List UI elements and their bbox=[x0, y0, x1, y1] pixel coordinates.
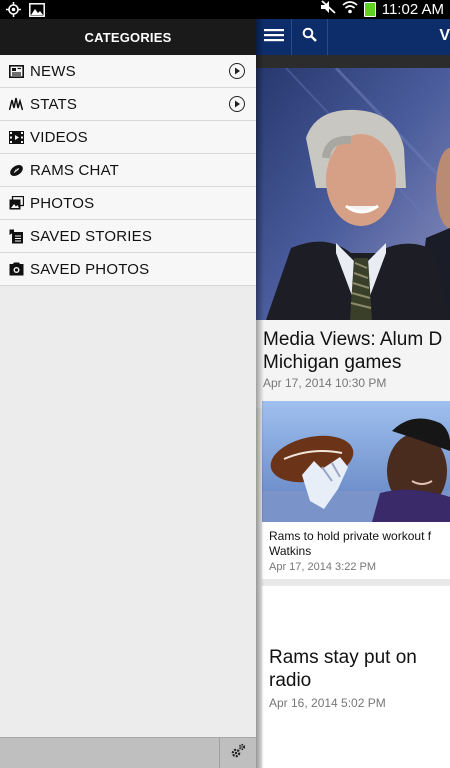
drawer-title: CATEGORIES bbox=[0, 19, 256, 55]
battery-icon bbox=[363, 2, 376, 17]
brand-title-partial: V bbox=[439, 27, 450, 44]
category-item-saved-photos[interactable]: SAVED PHOTOS bbox=[0, 253, 256, 286]
category-item-stats[interactable]: STATS bbox=[0, 88, 256, 121]
settings-button[interactable] bbox=[219, 738, 256, 768]
football-icon bbox=[8, 162, 24, 178]
settings-icon bbox=[230, 743, 246, 764]
category-label: VIDEOS bbox=[30, 128, 88, 146]
article-title: Media Views: Alum D Michigan games bbox=[256, 320, 450, 374]
article-image bbox=[262, 401, 450, 522]
search-icon bbox=[302, 27, 317, 47]
saved-photos-icon bbox=[8, 261, 24, 277]
article-title: Rams stay put on radio bbox=[262, 586, 450, 692]
article-title-line: Rams stay put on bbox=[269, 647, 417, 668]
app-bar: V bbox=[256, 19, 450, 55]
drawer-footer bbox=[0, 737, 256, 768]
category-item-videos[interactable]: VIDEOS bbox=[0, 121, 256, 154]
article-date: Apr 17, 2014 10:30 PM bbox=[263, 376, 387, 390]
navigation-drawer: CATEGORIES NEWS STATS VIDEOS RAMS CHAT P… bbox=[0, 19, 256, 768]
category-label: SAVED PHOTOS bbox=[30, 260, 150, 278]
article-title-line: Media Views: Alum D bbox=[263, 329, 443, 350]
video-icon bbox=[8, 129, 24, 145]
wifi-icon bbox=[342, 0, 358, 19]
article-title-line: Michigan games bbox=[263, 352, 402, 373]
photos-icon bbox=[8, 195, 24, 211]
article-card-featured[interactable]: Media Views: Alum D Michigan games Apr 1… bbox=[256, 68, 450, 408]
article-title: Rams to hold private workout f Watkins bbox=[262, 522, 450, 559]
article-date: Apr 17, 2014 3:22 PM bbox=[269, 561, 377, 573]
sub-bar bbox=[256, 55, 450, 68]
clock-time: 11:02 AM bbox=[381, 1, 444, 18]
hamburger-menu-icon bbox=[263, 28, 284, 47]
category-label: SAVED STORIES bbox=[30, 227, 153, 245]
category-item-saved-stories[interactable]: SAVED STORIES bbox=[0, 220, 256, 253]
category-label: STATS bbox=[30, 95, 78, 113]
article-title-line: Watkins bbox=[269, 544, 312, 558]
menu-button[interactable] bbox=[256, 19, 292, 55]
newspaper-icon bbox=[8, 63, 24, 79]
article-card[interactable]: Rams stay put on radio Apr 16, 2014 5:02… bbox=[262, 586, 450, 768]
category-item-rams-chat[interactable]: RAMS CHAT bbox=[0, 154, 256, 187]
category-label: NEWS bbox=[30, 62, 76, 80]
category-label: RAMS CHAT bbox=[30, 161, 120, 179]
stats-icon bbox=[8, 96, 24, 112]
article-card[interactable]: Rams to hold private workout f Watkins A… bbox=[262, 401, 450, 579]
category-list: NEWS STATS VIDEOS RAMS CHAT PHOTOS SAVED… bbox=[0, 55, 256, 286]
status-bar: 11:02 AM bbox=[0, 0, 450, 19]
category-item-news[interactable]: NEWS bbox=[0, 55, 256, 88]
search-button[interactable] bbox=[292, 19, 328, 55]
saved-stories-icon bbox=[8, 228, 24, 244]
mute-icon bbox=[320, 0, 336, 19]
article-title-line: Rams to hold private workout f bbox=[269, 529, 432, 543]
article-image bbox=[256, 68, 450, 320]
category-label: PHOTOS bbox=[30, 194, 95, 212]
main-content: V Media Views: Alum D Michigan games Apr… bbox=[256, 19, 450, 768]
chevron-right-icon[interactable] bbox=[229, 96, 245, 112]
article-title-line: radio bbox=[269, 670, 312, 691]
article-date: Apr 16, 2014 5:02 PM bbox=[269, 696, 386, 710]
category-item-photos[interactable]: PHOTOS bbox=[0, 187, 256, 220]
chevron-right-icon[interactable] bbox=[229, 63, 245, 79]
